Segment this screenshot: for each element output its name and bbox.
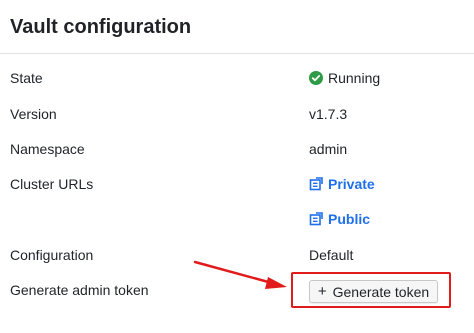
annotation-arrow-icon: [193, 260, 287, 289]
